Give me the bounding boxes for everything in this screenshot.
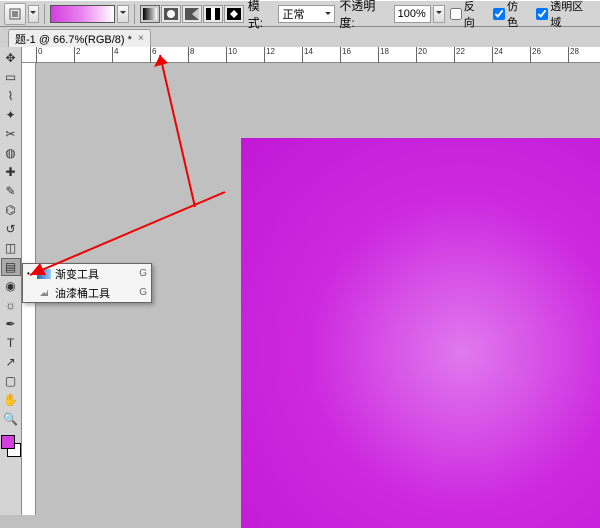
workspace: ✥▭⌇✦✂◍✚✎⌬↺◫▤◉☼✒T↗▢✋🔍 0246810121416182022… [0, 47, 600, 515]
ruler-tick: 14 [302, 47, 313, 63]
heal-tool[interactable]: ✚ [1, 163, 21, 181]
ruler-tick: 6 [150, 47, 156, 63]
flyout-shortcut: G [139, 287, 147, 298]
transparency-checkbox[interactable]: 透明区域 [533, 0, 596, 30]
foreground-swatch[interactable] [1, 435, 15, 449]
ruler-tick: 22 [454, 47, 465, 63]
tools-panel: ✥▭⌇✦✂◍✚✎⌬↺◫▤◉☼✒T↗▢✋🔍 [0, 47, 22, 515]
blur-tool[interactable]: ◉ [1, 277, 21, 295]
opacity-dropdown[interactable] [433, 5, 445, 23]
eraser-tool[interactable]: ◫ [1, 239, 21, 257]
flyout-label: 渐变工具 [55, 266, 135, 282]
path-tool[interactable]: ↗ [1, 353, 21, 371]
ruler-tick: 28 [568, 47, 579, 63]
tool-preset-dropdown[interactable] [28, 5, 40, 23]
ruler-tick: 8 [188, 47, 194, 63]
document-tab[interactable]: 题-1 @ 66.7%(RGB/8) * × [8, 29, 151, 47]
ruler-tick: 4 [112, 47, 118, 63]
brush-tool[interactable]: ✎ [1, 182, 21, 200]
lasso-tool[interactable]: ⌇ [1, 87, 21, 105]
reflected-gradient-button[interactable] [203, 5, 223, 23]
pen-tool[interactable]: ✒ [1, 315, 21, 333]
dodge-tool[interactable]: ☼ [1, 296, 21, 314]
ruler-tick: 12 [264, 47, 275, 63]
document-tab-bar: 题-1 @ 66.7%(RGB/8) * × [0, 27, 600, 47]
ruler-tick: 26 [530, 47, 541, 63]
selected-dot: • [27, 269, 33, 278]
close-icon[interactable]: × [138, 33, 144, 44]
diamond-gradient-button[interactable] [224, 5, 244, 23]
tool-preset-button[interactable] [4, 3, 26, 25]
gradient-tool-flyout: • 渐变工具 G 油漆桶工具 G [22, 263, 152, 303]
flyout-item-gradient[interactable]: • 渐变工具 G [23, 264, 151, 283]
marquee-tool[interactable]: ▭ [1, 68, 21, 86]
ruler-tick: 16 [340, 47, 351, 63]
zoom-tool[interactable]: 🔍 [1, 410, 21, 428]
ruler-tick: 10 [226, 47, 237, 63]
ruler-tick: 24 [492, 47, 503, 63]
gradient-preview[interactable] [50, 5, 115, 23]
ruler-tick: 2 [74, 47, 80, 63]
flyout-label: 油漆桶工具 [55, 285, 135, 301]
ruler-tick: 20 [416, 47, 427, 63]
hand-tool[interactable]: ✋ [1, 391, 21, 409]
gradient-icon [37, 268, 51, 280]
flyout-shortcut: G [139, 268, 147, 279]
opacity-label: 不透明度: [337, 0, 391, 31]
image-content[interactable] [241, 138, 600, 528]
stamp-tool[interactable]: ⌬ [1, 201, 21, 219]
separator [134, 4, 135, 24]
dither-checkbox[interactable]: 仿色 [490, 0, 531, 30]
color-swatches[interactable] [1, 435, 21, 463]
linear-gradient-button[interactable] [140, 5, 160, 23]
gradient-tool[interactable]: ▤ [1, 258, 21, 276]
history-tool[interactable]: ↺ [1, 220, 21, 238]
ruler-tick: 18 [378, 47, 389, 63]
wand-tool[interactable]: ✦ [1, 106, 21, 124]
opacity-input[interactable]: 100% [394, 5, 431, 23]
reverse-checkbox[interactable]: 反向 [447, 0, 488, 30]
mode-label: 模式: [246, 0, 277, 31]
shape-tool[interactable]: ▢ [1, 372, 21, 390]
blend-mode-select[interactable]: 正常 [278, 5, 335, 23]
eyedrop-tool[interactable]: ◍ [1, 144, 21, 162]
gradient-type-group [140, 5, 244, 23]
flyout-item-bucket[interactable]: 油漆桶工具 G [23, 283, 151, 302]
horizontal-ruler: 0246810121416182022242628 [22, 47, 600, 63]
crop-tool[interactable]: ✂ [1, 125, 21, 143]
options-bar: 模式: 正常 不透明度: 100% 反向 仿色 透明区域 [0, 0, 600, 27]
bucket-icon [37, 287, 51, 299]
radial-gradient-button[interactable] [161, 5, 181, 23]
tab-title: 题-1 @ 66.7%(RGB/8) * [15, 31, 132, 47]
type-tool[interactable]: T [1, 334, 21, 352]
angle-gradient-button[interactable] [182, 5, 202, 23]
move-tool[interactable]: ✥ [1, 49, 21, 67]
ruler-tick: 0 [36, 47, 42, 63]
gradient-picker-dropdown[interactable] [117, 5, 129, 23]
separator [44, 4, 45, 24]
